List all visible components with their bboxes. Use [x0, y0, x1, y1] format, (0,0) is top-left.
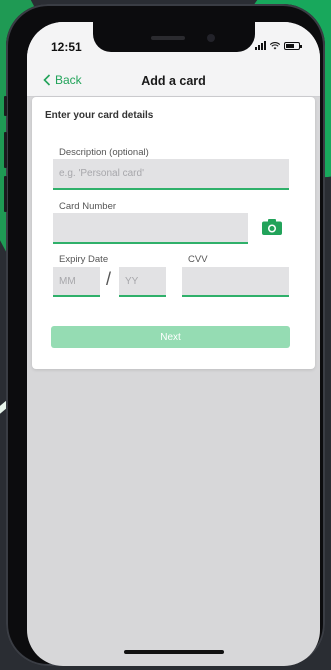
mute-switch — [4, 96, 7, 116]
front-camera — [207, 34, 215, 42]
battery-icon — [284, 41, 302, 50]
signal-icon — [255, 41, 266, 50]
home-indicator[interactable] — [124, 650, 224, 654]
status-icons — [255, 41, 302, 50]
wifi-icon — [270, 41, 280, 49]
camera-icon[interactable] — [262, 219, 282, 235]
notch — [93, 22, 255, 52]
cvv-input[interactable] — [182, 267, 289, 297]
expiry-label: Expiry Date — [59, 254, 109, 265]
card-number-label: Card Number — [59, 201, 117, 212]
description-input[interactable]: e.g. 'Personal card' — [53, 159, 289, 190]
speaker — [151, 36, 185, 40]
status-time: 12:51 — [51, 40, 82, 54]
description-label: Description (optional) — [59, 147, 149, 158]
form-heading: Enter your card details — [45, 110, 154, 121]
nav-bar: Back Add a card — [27, 66, 320, 97]
phone-frame: 12:51 Back Add a card Enter your card de… — [4, 4, 325, 666]
expiry-year-input[interactable]: YY — [119, 267, 166, 297]
expiry-separator: / — [106, 269, 112, 289]
card-form: Enter your card details Description (opt… — [32, 97, 315, 369]
next-button[interactable]: Next — [51, 326, 290, 348]
status-bar: 12:51 — [27, 22, 320, 66]
volume-down-button — [4, 176, 7, 212]
cvv-label: CVV — [188, 254, 208, 265]
screen: 12:51 Back Add a card Enter your card de… — [27, 22, 320, 666]
volume-up-button — [4, 132, 7, 168]
page-title: Add a card — [141, 74, 206, 88]
card-number-input[interactable] — [53, 213, 248, 244]
expiry-month-input[interactable]: MM — [53, 267, 100, 297]
